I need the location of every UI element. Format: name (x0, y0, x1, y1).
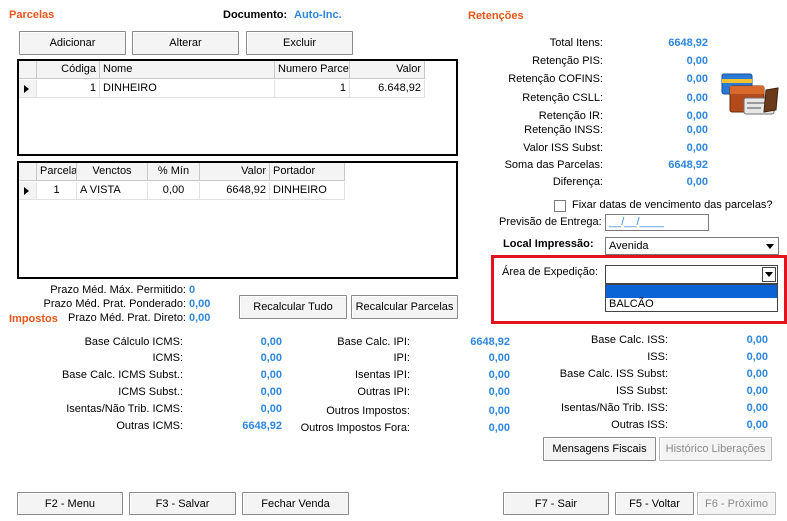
f7-sair-button[interactable]: F7 - Sair (503, 492, 609, 515)
parcelas-grid[interactable]: Códiga Nome Numero Parcel Valor 1 DINHEI… (17, 59, 458, 156)
alterar-button[interactable]: Alterar (132, 31, 239, 55)
f3-salvar-button[interactable]: F3 - Salvar (129, 492, 236, 515)
local-impressao-select[interactable]: Avenida (605, 237, 779, 255)
f6-proximo-button[interactable]: F6 - Próximo (697, 492, 776, 515)
area-expedicao-select[interactable] (605, 265, 778, 284)
chevron-down-icon[interactable] (762, 267, 776, 282)
fixar-datas-checkbox[interactable] (554, 200, 566, 212)
excluir-button[interactable]: Excluir (246, 31, 353, 55)
recalcular-tudo-button[interactable]: Recalcular Tudo (239, 295, 347, 319)
previsao-entrega-input[interactable]: __/__/____ (605, 214, 709, 231)
mensagens-fiscais-button[interactable]: Mensagens Fiscais (543, 437, 656, 461)
adicionar-button[interactable]: Adicionar (19, 31, 126, 55)
prazo-max-label: Prazo Méd. Máx. Permitido: (50, 284, 186, 296)
documento-value: Auto-Inc. (294, 9, 342, 21)
dropdown-option-balcao[interactable]: BALCÃO (606, 298, 777, 311)
area-expedicao-dropdown-list[interactable]: BALCÃO (605, 284, 778, 312)
chevron-down-icon[interactable] (763, 239, 777, 253)
recalcular-parcelas-button[interactable]: Recalcular Parcelas (351, 295, 458, 319)
row-indicator (19, 182, 37, 200)
wallet-icon (721, 73, 779, 115)
retencoes-title: Retenções (468, 10, 524, 22)
grid-header: Parcela Venctos % Mín Valor Portador (19, 163, 456, 181)
f2-menu-button[interactable]: F2 - Menu (17, 492, 123, 515)
col-venctos[interactable]: Venctos (77, 163, 148, 181)
f5-voltar-button[interactable]: F5 - Voltar (615, 492, 694, 515)
row-indicator (19, 80, 37, 98)
local-impressao-label: Local Impressão: (503, 238, 594, 250)
col-valor[interactable]: Valor (200, 163, 270, 181)
documento-label: Documento: (223, 9, 288, 21)
col-pct-min[interactable]: % Mín (148, 163, 200, 181)
prazo-ponderado-label: Prazo Méd. Prat. Ponderado: (43, 298, 186, 310)
prazo-direto-value: 0,00 (189, 312, 211, 324)
area-expedicao-label: Área de Expedição: (502, 266, 599, 278)
prazo-max-value: 0 (189, 284, 196, 296)
previsao-label: Previsão de Entrega: (499, 216, 602, 228)
col-parcela[interactable]: Parcela (37, 163, 77, 181)
table-row[interactable]: 1 A VISTA 0,00 6648,92 DINHEIRO (19, 182, 456, 200)
impostos-title: Impostos (9, 313, 58, 325)
parcelas-title: Parcelas (9, 9, 55, 21)
dropdown-option-blank[interactable] (606, 285, 777, 298)
col-portador[interactable]: Portador (270, 163, 345, 181)
col-numero-parcela[interactable]: Numero Parcel (275, 61, 350, 79)
prazo-ponderado-value: 0,00 (189, 298, 211, 310)
fechar-venda-button[interactable]: Fechar Venda (242, 492, 349, 515)
grid-header: Códiga Nome Numero Parcel Valor (19, 61, 456, 79)
col-valor[interactable]: Valor (350, 61, 425, 79)
table-row[interactable]: 1 DINHEIRO 1 6.648,92 (19, 80, 456, 98)
fixar-datas-label: Fixar datas de vencimento das parcelas? (572, 199, 773, 211)
col-codigo[interactable]: Códiga (37, 61, 100, 79)
col-nome[interactable]: Nome (100, 61, 275, 79)
vencimentos-grid[interactable]: Parcela Venctos % Mín Valor Portador 1 A… (17, 161, 458, 279)
historico-liberacoes-button[interactable]: Histórico Liberações (659, 437, 772, 461)
